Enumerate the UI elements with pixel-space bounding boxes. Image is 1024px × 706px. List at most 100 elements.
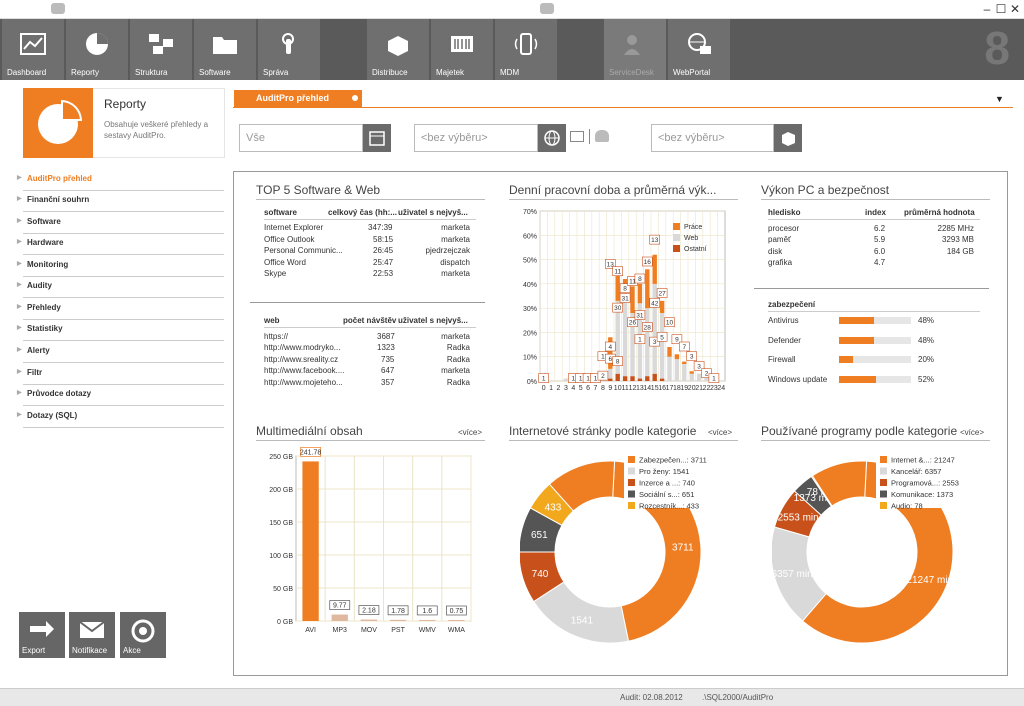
data-label: 28 [644,325,652,332]
data-label: 5 [660,334,664,341]
arrow-icon: ▶ [17,304,22,310]
table-cell: dispatch [440,258,470,267]
notifikace-button[interactable]: Notifikace [69,612,115,658]
toolbar-struktura-button[interactable]: Struktura [130,19,192,80]
toolbar-distribuce-button[interactable]: Distribuce [367,19,429,80]
nav-filtr[interactable]: ▶ Filtr [17,364,224,385]
legend-label: Zabezpečen...: 3711 [639,456,707,465]
toolbar-reporty-button[interactable]: Reporty [66,19,128,80]
chart-icon [20,33,46,55]
nav-auditpro-prehled[interactable]: ▶ AuditPro přehled [17,170,224,191]
tab-auditpro-prehled[interactable]: AuditPro přehled [234,90,362,107]
security-pct: 48% [918,335,935,345]
reports-pie-icon [23,88,93,158]
x-tick-label: MP3 [333,627,348,634]
status-bar: Audit: 02.08.2012 .\SQL2000/AuditPro [0,688,1024,706]
bar-segment [652,254,657,284]
chat-icon[interactable] [540,3,554,14]
security-pct: 20% [918,355,935,364]
col-header: index [865,208,886,217]
export-button[interactable]: Export [19,612,65,658]
table-cell: 6.2 [874,224,886,233]
filter-web-input[interactable]: <bez výběru> [414,124,538,152]
akce-button[interactable]: Akce [120,612,166,658]
table-cell: grafika [768,258,793,267]
toolbar-webportal-button[interactable]: WebPortal [668,19,730,80]
slice-label: 433 [545,502,562,513]
globe-icon [544,130,560,146]
toolbar-majetek-button[interactable]: Majetek [431,19,493,80]
table-cell: marketa [441,235,470,244]
media-title: Multimediální obsah [256,424,485,441]
toolbar-dashboard-button[interactable]: Dashboard [2,19,64,80]
nav-pruvodce-dotazy[interactable]: ▶ Průvodce dotazy [17,385,224,406]
table-cell: Office Word [264,258,306,267]
table-cell: pjedrzejczak [425,246,470,255]
bar [389,619,407,621]
toolbar-sprava-button[interactable]: Správa [258,19,320,80]
table-cell: 26:45 [373,246,394,255]
legend-swatch [628,502,635,509]
computer-icon[interactable] [570,131,584,142]
progcat-title: Používané programy podle kategorie [761,424,990,441]
toolbar-label: Distribuce [372,68,408,77]
filter-user-input[interactable]: <bez výběru> [651,124,774,152]
media-more-link[interactable]: <více> [458,428,482,437]
y-tick-label: 30% [523,306,537,313]
bar-segment [608,368,613,379]
legend-swatch [628,467,635,475]
calendar-icon [369,131,385,146]
table-cell: http://www.sreality.cz [264,355,339,364]
table-cell: Internet Explorer [264,223,324,232]
minimize-button[interactable]: – [980,2,994,16]
table-cell: 3687 [377,332,395,341]
webcat-more-link[interactable]: <více> [708,428,733,437]
progcat-more-link[interactable]: <více> [960,428,985,437]
y-tick-label: 50 GB [273,586,293,593]
data-label: 1 [712,376,716,383]
table-cell: 4.7 [874,258,886,267]
web-select-button[interactable] [538,124,566,152]
nav-hardware[interactable]: ▶ Hardware [17,234,224,255]
filter-all-input[interactable]: Vše [239,124,363,152]
toolbar-servicedesk-button[interactable]: ServiceDesk [604,19,666,80]
legend-swatch [880,456,887,463]
bar-segment [615,274,620,301]
package-select-button[interactable] [774,124,802,152]
table-cell: marketa [441,332,470,341]
table-cell: procesor [768,224,800,233]
nav-label: Alerty [27,346,50,355]
nav-statistiky[interactable]: ▶ Statistiky [17,320,224,341]
calendar-button[interactable] [363,124,391,152]
nav-financni-souhrn[interactable]: ▶ Finanční souhrn [17,191,224,212]
arrow-icon: ▶ [17,175,22,181]
toolbar-software-button[interactable]: Software [194,19,256,80]
bar-segment [630,376,635,381]
nav-prehledy[interactable]: ▶ Přehledy [17,299,224,320]
nav-alerty[interactable]: ▶ Alerty [17,342,224,363]
maximize-button[interactable]: ☐ [994,2,1008,16]
col-header: uživatel s nejvyš... [398,316,468,325]
users-icon[interactable] [595,130,609,142]
nav-label: Monitoring [27,260,69,269]
table-cell: 3293 MB [941,235,974,244]
y-tick-label: 40% [523,282,537,289]
data-label: 9 [675,337,679,344]
close-button[interactable]: ✕ [1008,2,1022,16]
data-label: 3 [697,363,701,370]
data-label: 30 [614,305,622,312]
col-header: celkový čas (hh:... [328,208,397,217]
toolbar-mdm-button[interactable]: MDM [495,19,557,80]
legend-swatch [673,234,680,241]
dropdown-arrow-icon[interactable]: ▼ [995,94,1004,104]
data-label: 3 [690,354,694,361]
nav-monitoring[interactable]: ▶ Monitoring [17,256,224,277]
nav-audity[interactable]: ▶ Audity [17,277,224,298]
progress-fill [839,375,877,383]
nav-dotazy-sql[interactable]: ▶ Dotazy (SQL) [17,407,224,428]
data-label: 1 [542,376,546,383]
chat-icon[interactable] [51,3,65,14]
table-cell: 184 GB [946,247,974,256]
arrow-icon: ▶ [17,196,22,202]
nav-software[interactable]: ▶ Software [17,213,224,234]
